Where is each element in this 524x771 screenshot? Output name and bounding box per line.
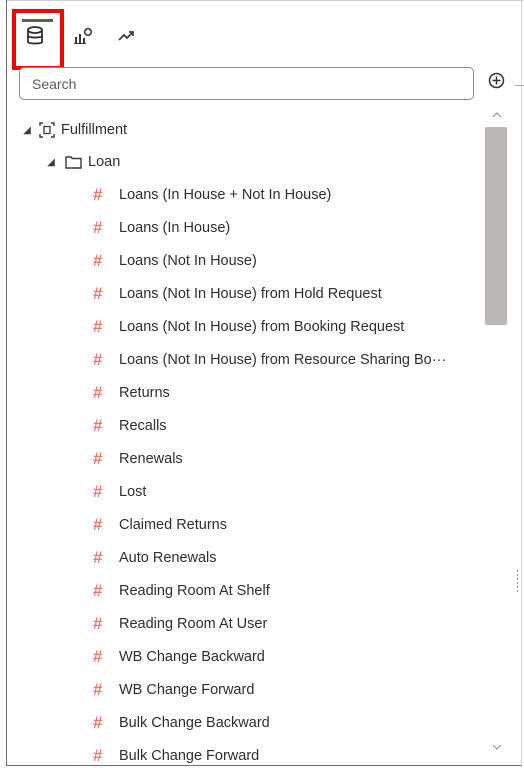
- panel-resize-grip[interactable]: [516, 570, 519, 594]
- chevron-down-icon: [490, 741, 504, 758]
- measure-hash-icon: #: [93, 746, 103, 765]
- tab-analytics[interactable]: [109, 18, 145, 58]
- tree-node-folder[interactable]: ◢ Loan: [45, 147, 120, 177]
- tree-item-measure[interactable]: # Recalls: [93, 411, 167, 441]
- measure-label: Lost: [119, 484, 147, 500]
- tree-node-root[interactable]: ◢ Fulfillment: [21, 115, 127, 145]
- measure-hash-icon: #: [93, 416, 103, 435]
- measure-label: Returns: [119, 385, 170, 401]
- tree-item-measure[interactable]: # Loans (Not In House) from Booking Reque…: [93, 312, 404, 342]
- measure-label: WB Change Forward: [119, 682, 255, 698]
- expand-triangle-icon[interactable]: ◢: [21, 125, 33, 136]
- plus-circle-icon: [488, 72, 505, 94]
- measure-hash-icon: #: [93, 713, 103, 732]
- measure-hash-icon: #: [93, 284, 103, 303]
- measure-label: Loans (Not In House) from Booking Reques…: [119, 319, 405, 335]
- measure-label: Bulk Change Forward: [119, 748, 260, 764]
- tree-item-measure[interactable]: # Lost: [93, 477, 146, 507]
- tree-item-measure[interactable]: # Claimed Returns: [93, 510, 227, 540]
- tree-item-measure[interactable]: # Loans (In House + Not In House): [93, 180, 331, 210]
- splitter-hint: [515, 85, 524, 86]
- tree-item-measure[interactable]: # Reading Room At Shelf: [93, 576, 270, 606]
- panel-top-border: [7, 0, 523, 1]
- tree-item-measure[interactable]: # Loans (In House): [93, 213, 230, 243]
- tree-item-measure[interactable]: # Bulk Change Forward: [93, 741, 259, 771]
- measure-label: Loans (Not In House): [119, 253, 257, 269]
- measure-label: Bulk Change Backward: [119, 715, 270, 731]
- measure-label: Auto Renewals: [119, 550, 217, 566]
- tree-item-measure[interactable]: # Bulk Change Backward: [93, 708, 270, 738]
- measure-label: Reading Room At Shelf: [119, 583, 270, 599]
- tree-item-measure[interactable]: # WB Change Backward: [93, 642, 265, 672]
- tree-item-measure[interactable]: # Renewals: [93, 444, 183, 474]
- tree-item-measure[interactable]: # WB Change Forward: [93, 675, 254, 705]
- tree-item-measure[interactable]: # Reading Room At User: [93, 609, 267, 639]
- search-input[interactable]: [30, 74, 473, 93]
- measure-label: Loans (In House): [119, 220, 231, 236]
- measure-label: Reading Room At User: [119, 616, 268, 632]
- measure-hash-icon: #: [93, 449, 103, 468]
- tree-item-measure[interactable]: # Loans (Not In House) from Resource Shar…: [93, 345, 446, 375]
- tree-item-measure[interactable]: # Returns: [93, 378, 170, 408]
- measure-hash-icon: #: [93, 185, 103, 204]
- measure-label: Loans (Not In House) from Hold Request: [119, 286, 382, 302]
- scroll-up-button[interactable]: [490, 108, 504, 122]
- measure-label: Renewals: [119, 451, 183, 467]
- tab-visualizations[interactable]: [65, 18, 101, 58]
- measure-hash-icon: #: [93, 317, 103, 336]
- measure-label: Loans (Not In House) from Resource Shari…: [119, 352, 447, 368]
- tree-item-measure[interactable]: # Auto Renewals: [93, 543, 217, 573]
- measure-label: Loans (In House + Not In House): [119, 187, 332, 203]
- measure-hash-icon: #: [93, 515, 103, 534]
- measure-hash-icon: #: [93, 548, 103, 567]
- measure-hash-icon: #: [93, 680, 103, 699]
- tree-item-measure[interactable]: # Loans (Not In House): [93, 246, 257, 276]
- measure-hash-icon: #: [93, 350, 103, 369]
- measure-hash-icon: #: [93, 581, 103, 600]
- search-field[interactable]: [19, 67, 474, 100]
- measure-hash-icon: #: [93, 647, 103, 666]
- chevron-up-icon: [490, 109, 504, 126]
- measure-hash-icon: #: [93, 482, 103, 501]
- visualization-icon: [73, 27, 93, 50]
- add-data-button[interactable]: [486, 72, 506, 94]
- tree-node-folder-label: Loan: [88, 154, 121, 170]
- measure-label: Recalls: [119, 418, 167, 434]
- measure-label: Claimed Returns: [119, 517, 227, 533]
- tree-node-root-label: Fulfillment: [61, 122, 128, 138]
- data-panel: ◢ Fulfillment ◢ Loan # Loans (In House + …: [6, 0, 524, 766]
- measure-hash-icon: #: [93, 383, 103, 402]
- subject-area-icon: [39, 122, 55, 138]
- tree-item-measure[interactable]: # Loans (Not In House) from Hold Request: [93, 279, 382, 309]
- expand-triangle-icon[interactable]: ◢: [45, 157, 57, 168]
- measure-hash-icon: #: [93, 251, 103, 270]
- folder-icon: [65, 155, 82, 169]
- analytics-trend-icon: [118, 29, 136, 48]
- measure-hash-icon: #: [93, 218, 103, 237]
- measure-hash-icon: #: [93, 614, 103, 633]
- scroll-down-button[interactable]: [490, 740, 504, 754]
- scrollbar-thumb[interactable]: [485, 127, 507, 325]
- measure-label: WB Change Backward: [119, 649, 265, 665]
- tab-highlight-box: [12, 9, 64, 70]
